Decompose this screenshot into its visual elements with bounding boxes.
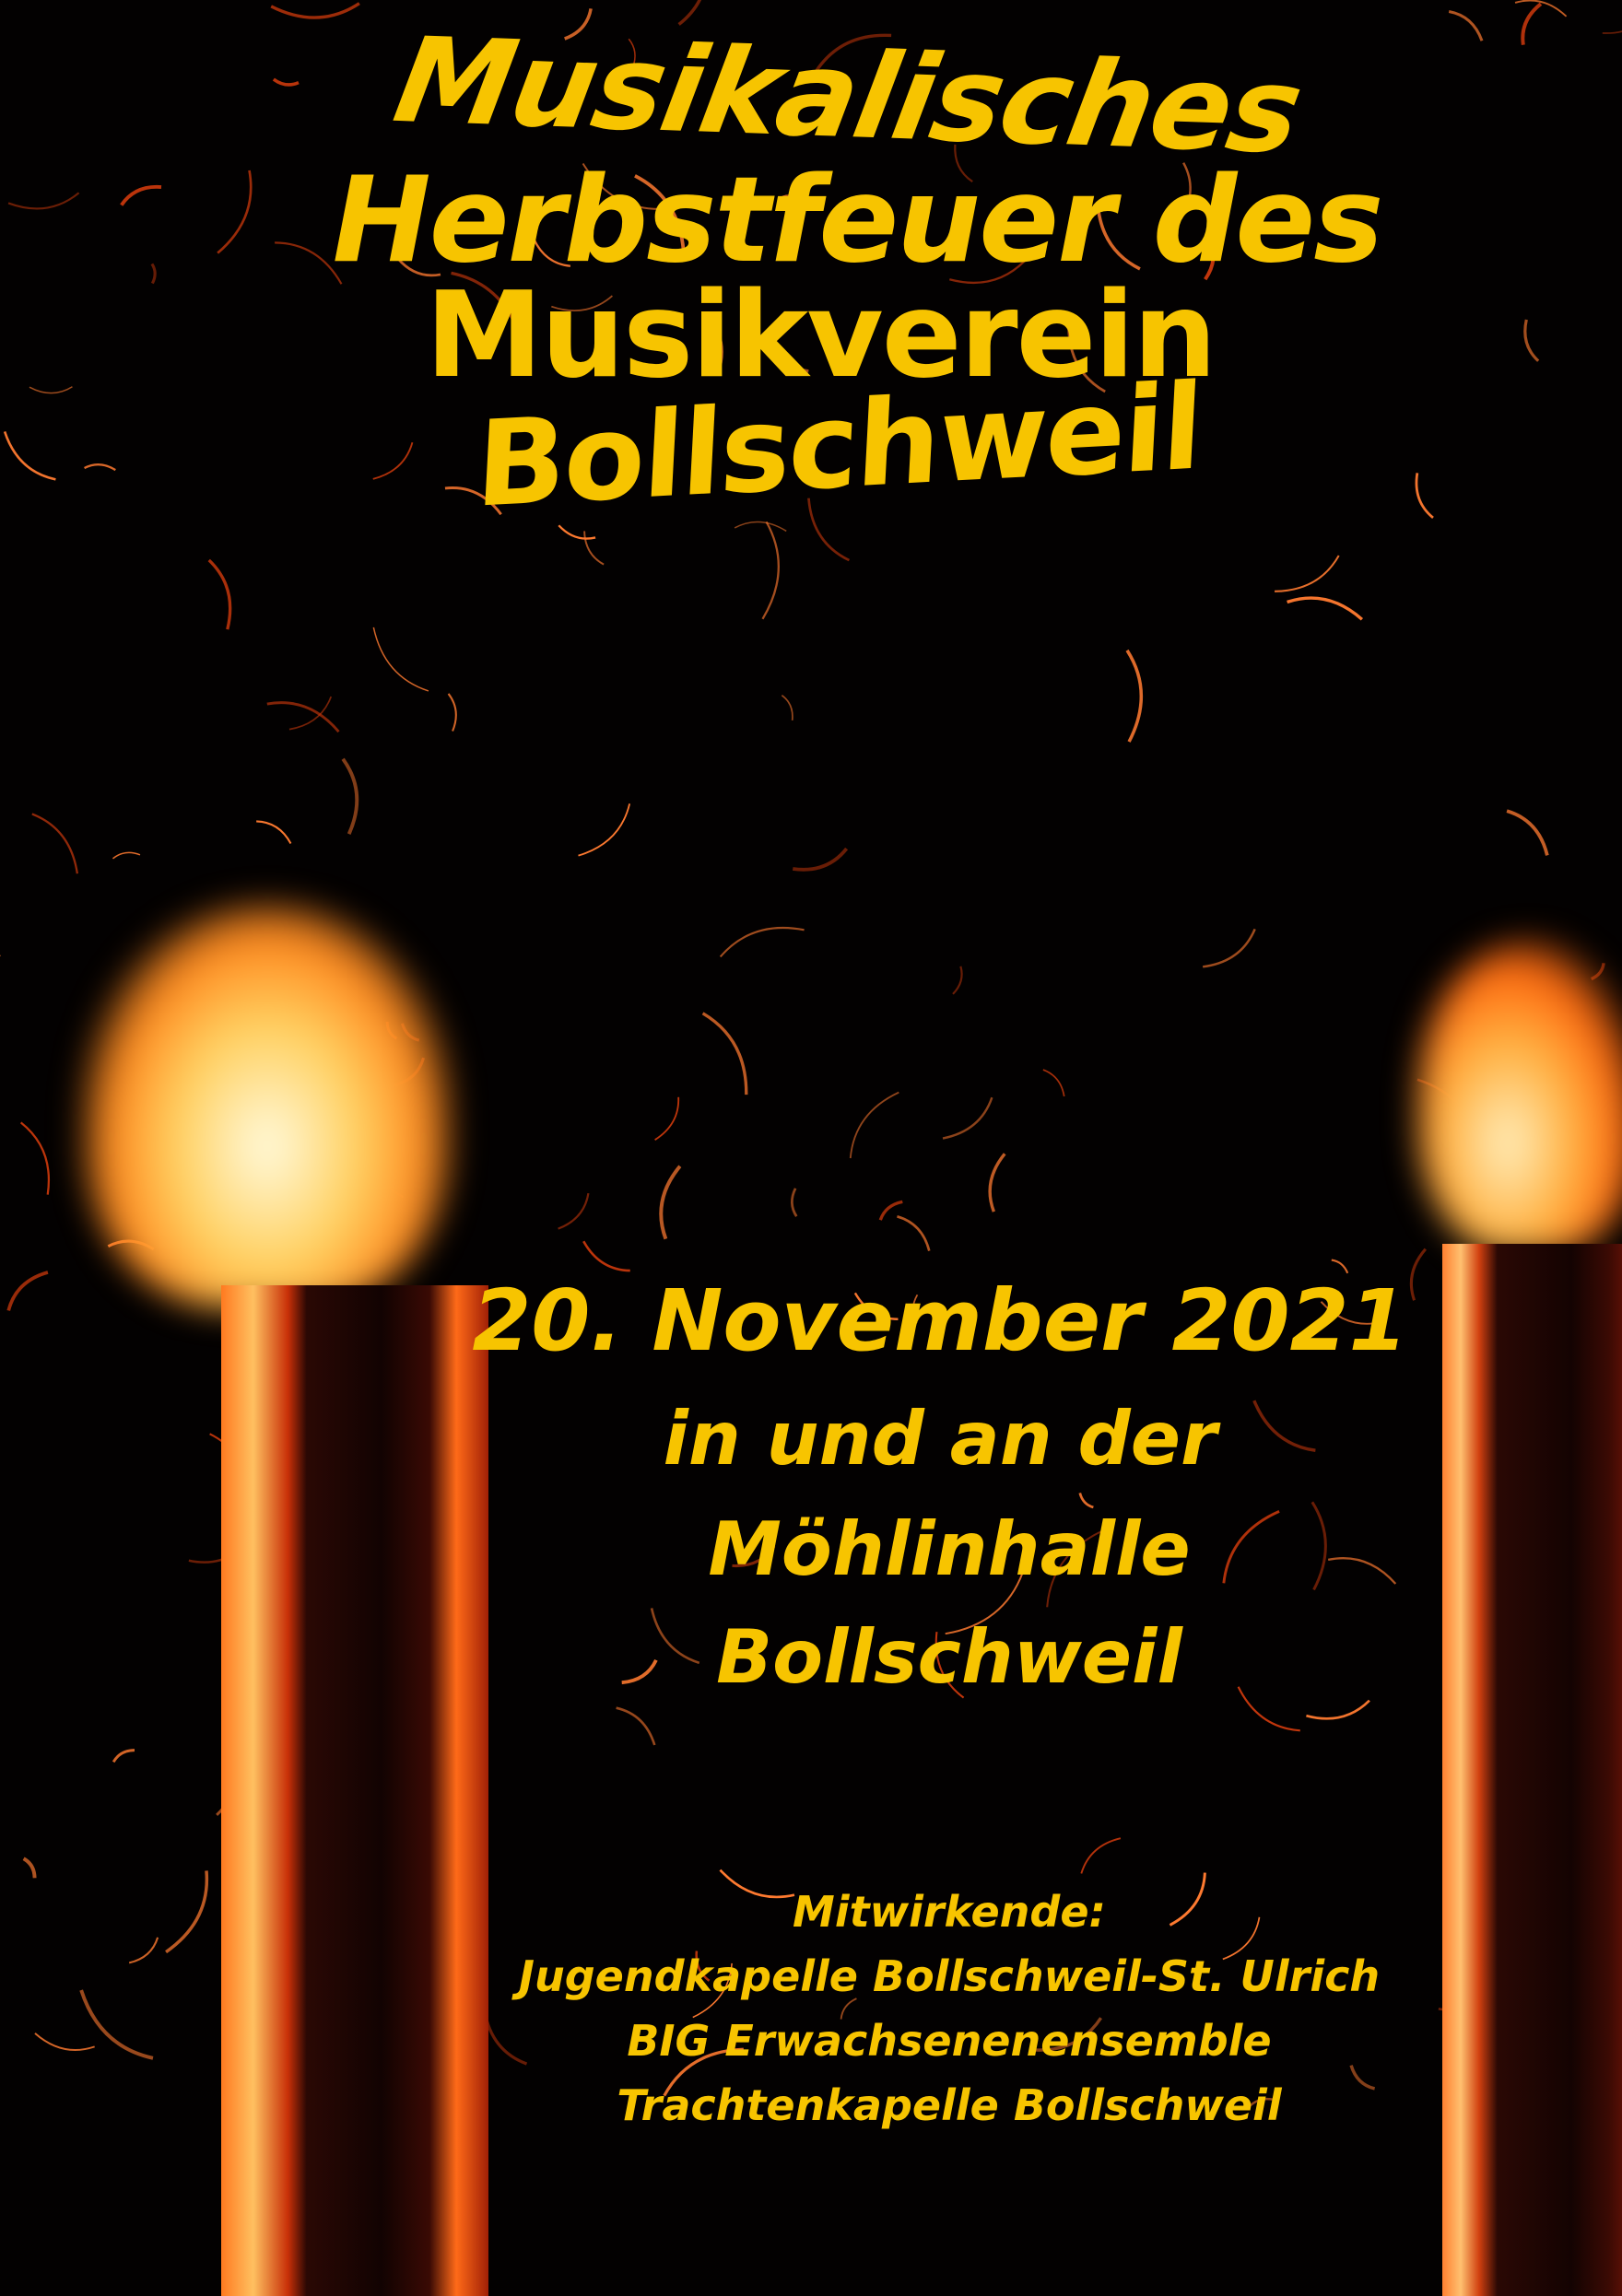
spark — [1275, 555, 1340, 592]
spark — [701, 1012, 748, 1095]
spark — [1125, 649, 1144, 743]
venue-line-2: Möhlinhalle — [708, 1506, 1191, 1592]
poster: Musikalisches Herbstfeuer des Musikverei… — [0, 0, 1622, 2296]
venue-line-3: Bollschweil — [716, 1614, 1182, 1700]
spark — [1287, 596, 1364, 621]
spark — [952, 966, 963, 995]
event-date: 20. November 2021 — [472, 1271, 1408, 1370]
spark — [19, 1121, 51, 1195]
spark — [207, 558, 232, 630]
spark — [1306, 1699, 1370, 1720]
spark — [659, 1165, 682, 1240]
spark — [112, 1749, 135, 1763]
right-torch-flame — [1419, 940, 1622, 1253]
spark — [988, 1153, 1006, 1212]
performer-1: Jugendkapelle Bollschweil-St. Ulrich — [518, 1951, 1381, 2001]
spark — [1448, 9, 1484, 41]
performer-2: BIG Erwachsenenensemble — [627, 2016, 1272, 2066]
spark — [654, 1096, 680, 1141]
spark — [558, 1192, 590, 1230]
spark — [372, 627, 429, 692]
spark — [616, 1706, 656, 1746]
spark — [288, 696, 333, 731]
credits-block: Mitwirkende: Jugendkapelle Bollschweil-S… — [138, 1880, 1622, 2138]
spark — [677, 0, 702, 26]
performer-3: Trachtenkapelle Bollschweil — [617, 2080, 1282, 2130]
spark — [1602, 30, 1622, 34]
spark — [1080, 1837, 1122, 1874]
spark — [256, 820, 292, 844]
credits-heading: Mitwirkende: — [793, 1887, 1106, 1937]
spark — [578, 803, 631, 857]
spark — [6, 1271, 49, 1311]
spark — [790, 1188, 798, 1217]
spark — [447, 693, 457, 732]
spark — [1202, 928, 1256, 968]
spark — [849, 1091, 899, 1159]
spark — [582, 1240, 630, 1272]
spark — [942, 1096, 993, 1140]
spark — [1078, 1493, 1094, 1509]
spark — [792, 847, 849, 872]
spark — [34, 2032, 95, 2051]
spark — [897, 1215, 931, 1251]
spark — [266, 701, 340, 733]
spark — [583, 531, 605, 566]
spark — [112, 851, 141, 860]
venue-line-1: in und an der — [663, 1396, 1217, 1482]
spark — [761, 521, 780, 620]
left-torch-flame — [83, 903, 452, 1308]
spark — [1521, 2, 1543, 45]
spark — [719, 926, 805, 958]
spark — [22, 1857, 37, 1879]
spark — [341, 757, 359, 835]
spark — [1514, 0, 1568, 18]
spark — [734, 521, 787, 533]
spark — [31, 813, 79, 874]
spark — [781, 695, 793, 720]
spark — [1042, 1069, 1065, 1097]
spark — [1506, 809, 1549, 856]
